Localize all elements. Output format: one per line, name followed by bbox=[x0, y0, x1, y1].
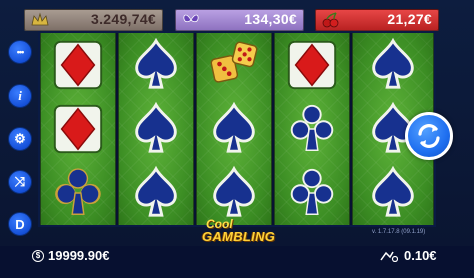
dice-symbol bbox=[197, 33, 271, 97]
spade-icon bbox=[372, 165, 414, 217]
spin-button[interactable] bbox=[405, 112, 453, 160]
autoplay-button[interactable]: ⤨ bbox=[8, 170, 32, 194]
dice-icon bbox=[210, 41, 258, 83]
spade-symbol bbox=[119, 97, 193, 161]
refresh-icon bbox=[418, 124, 440, 148]
info-button[interactable]: i bbox=[8, 84, 32, 108]
jackpot-value-3: 21,27€ bbox=[387, 11, 432, 27]
jackpot-bar-3: 21,27€ bbox=[315, 9, 439, 31]
jackpot-bar-1: 3.249,74€ bbox=[24, 9, 163, 31]
d-button[interactable]: D bbox=[8, 212, 32, 236]
spade-icon bbox=[213, 165, 255, 217]
reel-1 bbox=[40, 33, 116, 225]
spade-icon bbox=[135, 101, 177, 153]
spade-icon bbox=[372, 37, 414, 89]
spade-symbol bbox=[197, 161, 271, 225]
club-symbol bbox=[41, 161, 115, 225]
jackpot-value-1: 3.249,74€ bbox=[91, 11, 156, 27]
diamond-symbol bbox=[41, 33, 115, 97]
settings-button[interactable]: ⚙ bbox=[8, 127, 32, 151]
balance-value: 19999.90€ bbox=[48, 248, 110, 263]
gear-icon: ⚙ bbox=[14, 131, 26, 146]
spade-icon bbox=[213, 101, 255, 153]
club-symbol bbox=[275, 97, 349, 161]
diamond-icon bbox=[53, 104, 103, 154]
bet-display[interactable]: 0.10€ bbox=[380, 248, 437, 263]
bet-chips-icon bbox=[380, 251, 398, 262]
spade-symbol bbox=[119, 33, 193, 97]
reel-2 bbox=[118, 33, 194, 225]
diamond-icon bbox=[53, 40, 103, 90]
spade-symbol bbox=[353, 161, 433, 225]
balance-display: $ 19999.90€ bbox=[32, 248, 109, 263]
club-icon bbox=[290, 104, 334, 151]
butterfly-icon bbox=[183, 14, 199, 23]
version-label: v. 1.7.17.8 (09.1.19) bbox=[372, 229, 426, 235]
club-symbol bbox=[275, 161, 349, 225]
reel-4 bbox=[274, 33, 350, 225]
club-icon bbox=[55, 168, 101, 215]
spade-symbol bbox=[353, 33, 433, 97]
crown-icon bbox=[31, 12, 49, 26]
spade-icon bbox=[135, 165, 177, 217]
reel-3 bbox=[196, 33, 272, 225]
game-logo: Cool GAMBLING bbox=[198, 217, 275, 247]
menu-button[interactable]: ••• bbox=[8, 40, 32, 64]
logo-line-2: GAMBLING bbox=[202, 229, 276, 244]
dots-icon: ••• bbox=[16, 47, 25, 57]
shuffle-icon: ⤨ bbox=[14, 174, 26, 189]
diamond-symbol bbox=[41, 97, 115, 161]
bet-value: 0.10€ bbox=[404, 248, 437, 263]
dollar-coin-icon: $ bbox=[32, 249, 44, 262]
cherry-icon bbox=[322, 12, 339, 28]
diamond-symbol bbox=[275, 33, 349, 97]
game-screen: 3.249,74€ 134,30€ 21,27€ ••• i ⚙ ⤨ D Coo… bbox=[0, 0, 474, 278]
jackpot-value-2: 134,30€ bbox=[244, 11, 297, 27]
spade-symbol bbox=[197, 97, 271, 161]
club-icon bbox=[290, 168, 334, 215]
spade-icon bbox=[135, 37, 177, 89]
info-icon: i bbox=[18, 88, 22, 103]
diamond-icon bbox=[287, 40, 337, 90]
d-icon: D bbox=[15, 216, 25, 232]
jackpot-bar-2: 134,30€ bbox=[175, 9, 304, 31]
spade-symbol bbox=[119, 161, 193, 225]
